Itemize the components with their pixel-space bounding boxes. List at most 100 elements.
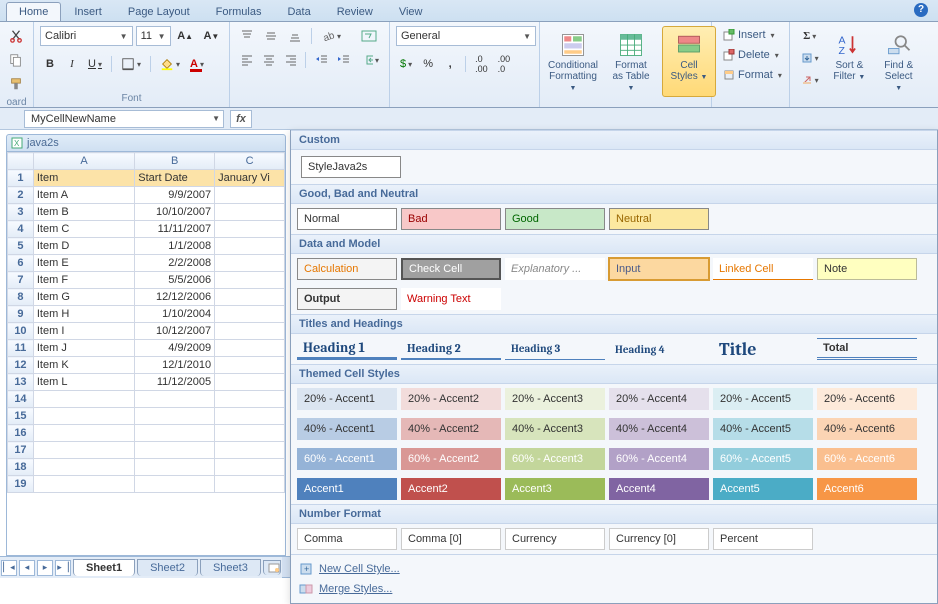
bold-button[interactable]: B — [40, 54, 60, 74]
style-linked-cell[interactable]: Linked Cell — [713, 258, 813, 280]
cell-B12[interactable]: 12/1/2010 — [135, 357, 215, 374]
align-right-button[interactable] — [280, 50, 300, 70]
cell-A3[interactable]: Item B — [33, 204, 134, 221]
row-head-15[interactable]: 15 — [8, 408, 34, 425]
style-40-accent4[interactable]: 40% - Accent4 — [609, 418, 709, 440]
style-60-accent2[interactable]: 60% - Accent2 — [401, 448, 501, 470]
increase-decimal-button[interactable]: .0.00 — [471, 54, 492, 74]
style-20-accent5[interactable]: 20% - Accent5 — [713, 388, 813, 410]
decrease-decimal-button[interactable]: .00.0 — [494, 54, 515, 74]
style-40-accent3[interactable]: 40% - Accent3 — [505, 418, 605, 440]
cell-A4[interactable]: Item C — [33, 221, 134, 238]
cell-A13[interactable]: Item L — [33, 374, 134, 391]
style-20-accent3[interactable]: 20% - Accent3 — [505, 388, 605, 410]
conditional-formatting-button[interactable]: ConditionalFormatting ▼ — [546, 26, 600, 97]
style-warning-text[interactable]: Warning Text — [401, 288, 501, 310]
cell-B3[interactable]: 10/10/2007 — [135, 204, 215, 221]
row-head-17[interactable]: 17 — [8, 442, 34, 459]
align-center-button[interactable] — [258, 50, 278, 70]
cell-A9[interactable]: Item H — [33, 306, 134, 323]
cell-B5[interactable]: 1/1/2008 — [135, 238, 215, 255]
align-bottom-button[interactable] — [284, 26, 306, 46]
cell-C6[interactable] — [215, 255, 285, 272]
cell-A2[interactable]: Item A — [33, 187, 134, 204]
fx-button[interactable]: fx — [230, 110, 252, 128]
style-normal[interactable]: Normal — [297, 208, 397, 230]
style-total[interactable]: Total — [817, 338, 917, 360]
col-head-C[interactable]: C — [215, 153, 285, 170]
row-head-8[interactable]: 8 — [8, 289, 34, 306]
col-head-A[interactable]: A — [33, 153, 134, 170]
increase-font-button[interactable]: A▲ — [174, 26, 197, 46]
style-title[interactable]: Title — [713, 338, 813, 360]
cell-A7[interactable]: Item F — [33, 272, 134, 289]
cell-C3[interactable] — [215, 204, 285, 221]
cell-C5[interactable] — [215, 238, 285, 255]
align-left-button[interactable] — [236, 50, 256, 70]
decrease-indent-button[interactable] — [311, 50, 331, 70]
cell-C10[interactable] — [215, 323, 285, 340]
tab-formulas[interactable]: Formulas — [203, 2, 275, 21]
wrap-text-button[interactable] — [357, 26, 381, 46]
number-format-select[interactable]: General▼ — [396, 26, 536, 46]
percent-format-button[interactable]: % — [418, 54, 438, 74]
row-head-12[interactable]: 12 — [8, 357, 34, 374]
row-head-19[interactable]: 19 — [8, 476, 34, 493]
row-head-13[interactable]: 13 — [8, 374, 34, 391]
style-accent5[interactable]: Accent5 — [713, 478, 813, 500]
cell-C7[interactable] — [215, 272, 285, 289]
style-good[interactable]: Good — [505, 208, 605, 230]
style-40-accent6[interactable]: 40% - Accent6 — [817, 418, 917, 440]
tab-view[interactable]: View — [386, 2, 436, 21]
cell-C9[interactable] — [215, 306, 285, 323]
style-accent1[interactable]: Accent1 — [297, 478, 397, 500]
merge-styles-menuitem[interactable]: Merge Styles... — [291, 579, 937, 599]
style-accent4[interactable]: Accent4 — [609, 478, 709, 500]
style-20-accent2[interactable]: 20% - Accent2 — [401, 388, 501, 410]
style-custom-stylejava2s[interactable]: StyleJava2s — [301, 156, 401, 178]
tab-nav-last[interactable]: ▸▕ — [55, 560, 71, 576]
cell-A11[interactable]: Item J — [33, 340, 134, 357]
decrease-font-button[interactable]: A▼ — [200, 26, 223, 46]
style-explanatory-[interactable]: Explanatory ... — [505, 258, 605, 280]
style-comma[interactable]: Comma — [297, 528, 397, 550]
font-color-button[interactable]: A▾ — [186, 54, 208, 74]
row-head-2[interactable]: 2 — [8, 187, 34, 204]
cell-A6[interactable]: Item E — [33, 255, 134, 272]
style-heading-4[interactable]: Heading 4 — [609, 338, 709, 360]
style-20-accent1[interactable]: 20% - Accent1 — [297, 388, 397, 410]
sheet-tab-2[interactable]: Sheet2 — [137, 559, 198, 576]
merge-center-button[interactable]: ▾ — [362, 50, 383, 70]
row-head-4[interactable]: 4 — [8, 221, 34, 238]
style-heading-3[interactable]: Heading 3 — [505, 338, 605, 360]
cell-B8[interactable]: 12/12/2006 — [135, 289, 215, 306]
clear-button[interactable]: ▾ — [796, 70, 823, 90]
cell-C13[interactable] — [215, 374, 285, 391]
style-accent6[interactable]: Accent6 — [817, 478, 917, 500]
cut-button[interactable] — [6, 26, 26, 46]
cell-B13[interactable]: 11/12/2005 — [135, 374, 215, 391]
style-bad[interactable]: Bad — [401, 208, 501, 230]
style-percent[interactable]: Percent — [713, 528, 813, 550]
tab-home[interactable]: Home — [6, 2, 61, 21]
fill-button[interactable]: ▾ — [796, 48, 823, 68]
align-middle-button[interactable] — [260, 26, 282, 46]
row-head-11[interactable]: 11 — [8, 340, 34, 357]
cell-C11[interactable] — [215, 340, 285, 357]
tab-review[interactable]: Review — [324, 2, 386, 21]
row-head-18[interactable]: 18 — [8, 459, 34, 476]
style-40-accent2[interactable]: 40% - Accent2 — [401, 418, 501, 440]
underline-button[interactable]: U▾ — [84, 54, 106, 74]
style-accent2[interactable]: Accent2 — [401, 478, 501, 500]
style-heading-2[interactable]: Heading 2 — [401, 338, 501, 360]
cell-B6[interactable]: 2/2/2008 — [135, 255, 215, 272]
find-select-button[interactable]: Find &Select ▼ — [875, 26, 922, 97]
style-currency-0-[interactable]: Currency [0] — [609, 528, 709, 550]
border-button[interactable]: ▾ — [117, 54, 145, 74]
cell-B10[interactable]: 10/12/2007 — [135, 323, 215, 340]
row-head-10[interactable]: 10 — [8, 323, 34, 340]
tab-nav-next[interactable]: ▸ — [37, 560, 53, 576]
style-heading-1[interactable]: Heading 1 — [297, 338, 397, 360]
cell-A8[interactable]: Item G — [33, 289, 134, 306]
tab-nav-first[interactable]: ▏◂ — [1, 560, 17, 576]
